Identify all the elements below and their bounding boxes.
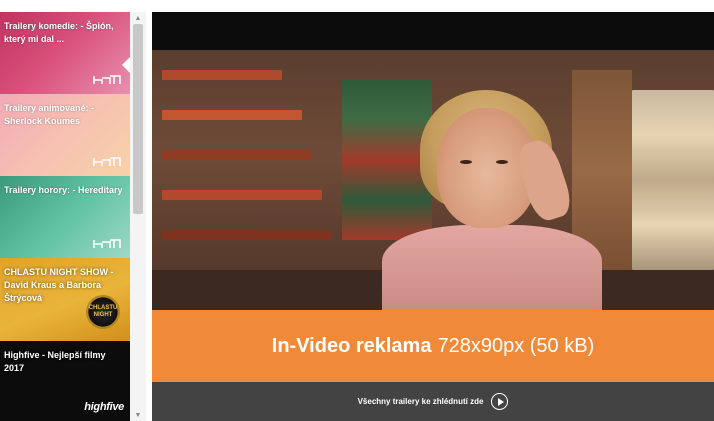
playlist-item-title: Trailery komedie: - Špión, který mi dal … [4,21,114,44]
all-trailers-link[interactable]: Všechny trailery ke zhlédnutí zde [358,393,509,410]
playlist-item-chlastu-night-show[interactable]: CHLASTU NIGHT SHOW - David Kraus a Barbo… [0,258,130,341]
store-shelf [342,80,432,240]
cinema-seats-icon [93,75,121,84]
video-player: In-Video reklama 728x90px (50 kB) Všechn… [152,12,714,421]
playlist-item-sherlock[interactable]: Trailery animované: - Sherlock Koumes [0,94,130,176]
cinema-seats-icon [93,239,121,248]
highfive-logo: highfive [84,401,124,413]
playlist-items: Trailery komedie: - Špión, který mi dal … [0,12,130,421]
person-eye [460,160,472,164]
trailer-playlist: Trailery komedie: - Špión, který mi dal … [0,12,146,421]
play-circle-icon [491,393,509,410]
all-trailers-link-label: Všechny trailery ke zhlédnutí zde [357,397,484,406]
store-shelf [162,70,282,80]
playlist-item-spion[interactable]: Trailery komedie: - Špión, který mi dal … [0,12,130,94]
playlist-item-title: Trailery animované: - Sherlock Koumes [4,103,95,126]
chlastu-night-logo-text: CHLASTU NIGHT [88,305,118,318]
video-frame[interactable] [152,50,714,310]
chevron-up-icon[interactable]: ▲ [130,12,146,24]
active-item-arrow-icon [122,57,130,73]
playlist-item-title: Highfive - Nejlepší filmy 2017 [4,350,106,373]
store-shelf [162,110,302,120]
playlist-item-title: Trailery horory: - Hereditary [4,185,123,195]
person-eye [496,160,508,164]
chlastu-night-logo: CHLASTU NIGHT [86,295,120,329]
ad-size: 728x90px (50 kB) [437,334,595,357]
store-shelf [162,230,332,240]
scrollbar-thumb[interactable] [133,24,143,214]
store-shelf [632,90,714,270]
chevron-down-icon[interactable]: ▼ [130,409,146,421]
playlist-scrollbar[interactable]: ▲ ▼ [130,12,146,421]
playlist-item-highfive[interactable]: Highfive - Nejlepší filmy 2017 highfive [0,341,130,421]
ad-label: In-Video reklama [271,334,432,357]
store-shelf [162,190,322,200]
store-shelf [162,150,312,160]
in-video-ad-banner[interactable]: In-Video reklama 728x90px (50 kB) [152,310,714,382]
cinema-seats-icon [93,157,121,166]
playlist-item-hereditary[interactable]: Trailery horory: - Hereditary [0,176,130,258]
player-footer: Všechny trailery ke zhlédnutí zde [152,382,714,421]
person-body [382,225,602,310]
